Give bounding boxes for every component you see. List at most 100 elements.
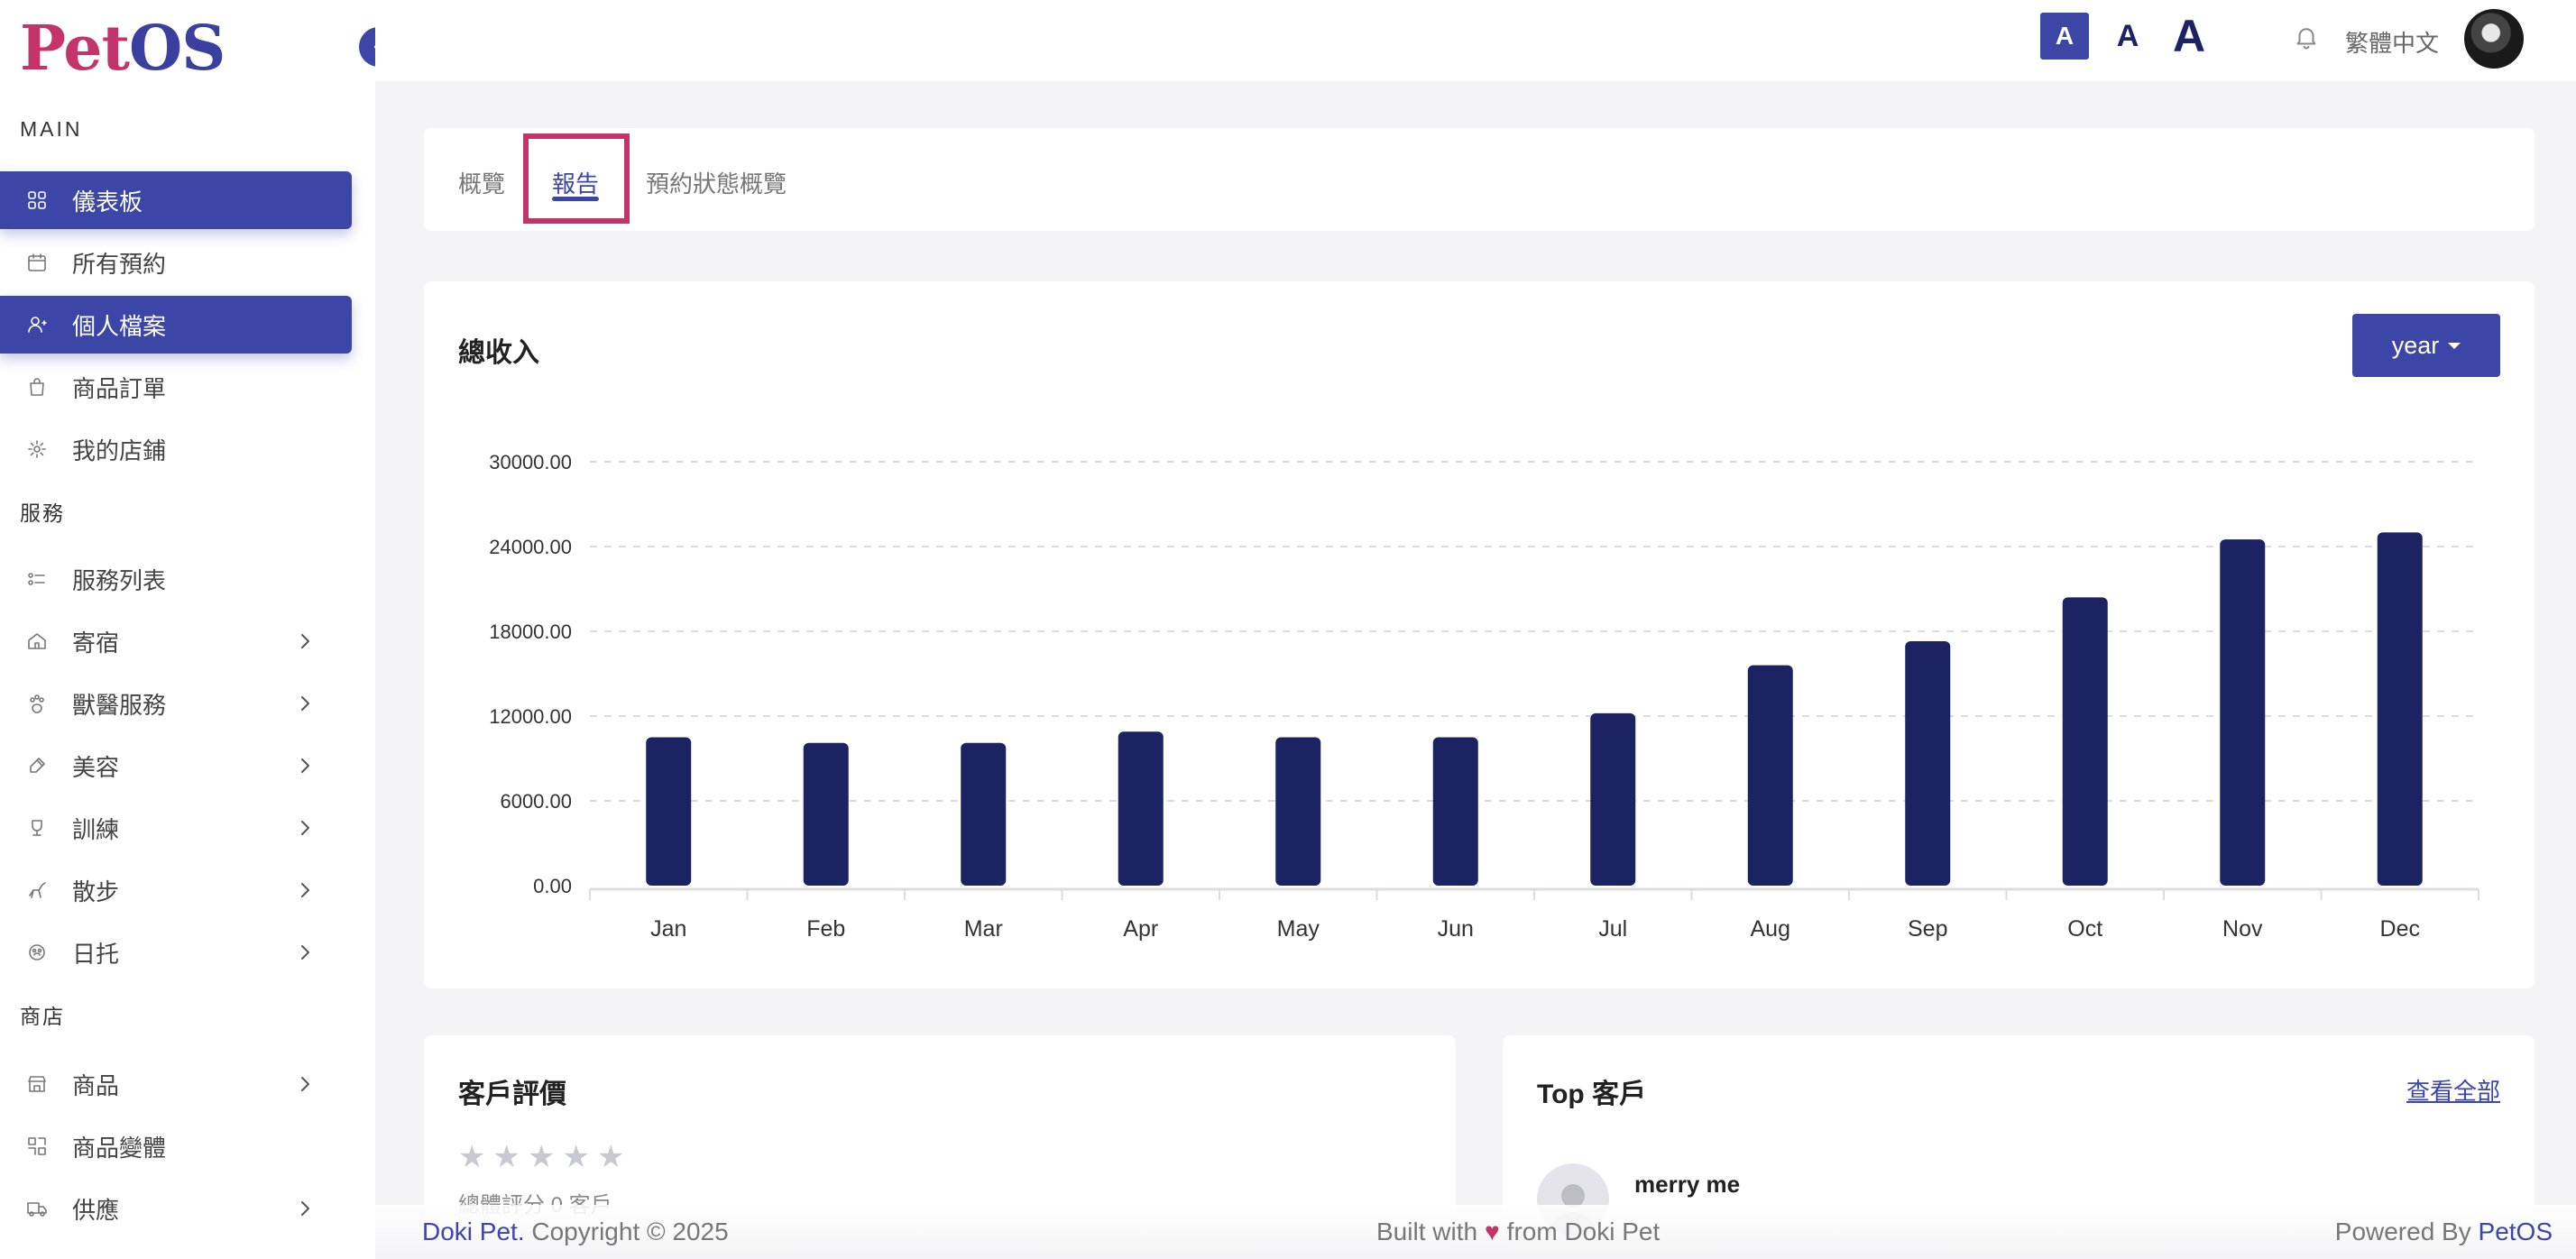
- sidebar-item[interactable]: 供應: [0, 1180, 352, 1237]
- star-icon: ★: [458, 1140, 486, 1174]
- dog-walk-icon: [25, 878, 49, 902]
- sidebar-item[interactable]: 服務列表: [0, 550, 352, 608]
- y-tick-label: 6000.00: [500, 790, 572, 813]
- house-icon: [25, 630, 49, 653]
- sidebar-item[interactable]: 散步: [0, 861, 352, 919]
- font-size-large-button[interactable]: A: [2157, 11, 2221, 61]
- petos-logo[interactable]: Pet OS: [20, 13, 225, 85]
- revenue-title: 總收入: [458, 338, 539, 368]
- chart-bar: [803, 742, 849, 886]
- chart-bar: [1905, 640, 1951, 886]
- x-tick-label: Nov: [2222, 916, 2263, 942]
- chart-bar: [961, 742, 1007, 886]
- sidebar: Pet OS MAIN 儀表板 所有預約 個人檔案 商品訂單 我的店鋪 服務 服務列表 寄宿…: [0, 0, 375, 1259]
- sidebar-item[interactable]: 商品變體: [0, 1117, 352, 1175]
- tab-overview[interactable]: 概覽: [458, 166, 505, 199]
- chevron-right-icon: [301, 696, 309, 711]
- reviews-title: 客戶評價: [458, 1080, 566, 1109]
- footer-from-text: from Doki Pet: [1506, 1218, 1661, 1245]
- sidebar-item-label: 寄宿: [72, 629, 120, 657]
- period-dropdown-button[interactable]: year: [2352, 314, 2500, 377]
- tab-booking-status[interactable]: 預約狀態概覽: [646, 166, 787, 199]
- x-tick-label: Sep: [1908, 916, 1947, 942]
- language-selector[interactable]: 繁體中文: [2345, 25, 2439, 59]
- view-all-link[interactable]: 查看全部: [2406, 1073, 2500, 1107]
- chevron-right-icon: [301, 1201, 309, 1216]
- chart-bar: [2062, 597, 2108, 886]
- sidebar-item[interactable]: 儀表板: [0, 171, 352, 229]
- sidebar-item-label: 美容: [72, 753, 120, 781]
- brush-icon: [25, 754, 49, 777]
- section-label-services: 服務: [20, 501, 65, 525]
- user-avatar[interactable]: [2464, 9, 2524, 69]
- sidebar-item[interactable]: 個人檔案: [0, 296, 352, 354]
- sidebar-item[interactable]: 所有預約: [0, 234, 352, 291]
- chart-bar: [1275, 737, 1321, 886]
- chevron-right-icon: [301, 1077, 309, 1091]
- x-tick-label: Oct: [2067, 916, 2102, 942]
- period-dropdown-label: year: [2391, 331, 2440, 359]
- variants-icon: [25, 1135, 49, 1158]
- font-size-medium-button[interactable]: A: [2103, 13, 2152, 60]
- star-icon: ★: [562, 1140, 590, 1174]
- footer-built-with-text: Built with: [1376, 1218, 1478, 1245]
- footer-powered-by: Powered By PetOS: [2335, 1218, 2553, 1246]
- chevron-right-icon: [301, 821, 309, 835]
- sidebar-item-label: 我的店鋪: [72, 437, 167, 464]
- font-size-small-button[interactable]: A: [2040, 13, 2089, 60]
- x-tick-label: Apr: [1123, 916, 1158, 942]
- footer-copyright-text: Copyright © 2025: [524, 1218, 729, 1245]
- footer-built-with: Built with ♥ from Doki Pet: [1376, 1218, 1660, 1246]
- sidebar-item-label: 個人檔案: [72, 312, 167, 340]
- sidebar-item-label: 所有預約: [72, 250, 167, 278]
- chart-bar: [1590, 712, 1636, 886]
- customer-name[interactable]: merry me: [1634, 1171, 1740, 1199]
- star-icon: ★: [492, 1140, 520, 1174]
- revenue-bar-chart: 0.00 6000.00 12000.00 18000.00 24000.00 30000…: [489, 451, 2479, 942]
- sidebar-item[interactable]: 獸醫服務: [0, 675, 352, 732]
- x-tick-label: Feb: [806, 916, 845, 942]
- chart-bar: [2377, 532, 2423, 886]
- sidebar-item[interactable]: 商品訂單: [0, 358, 352, 416]
- chart-bar: [1747, 665, 1793, 886]
- chart-bar: [646, 737, 692, 886]
- sidebar-item[interactable]: 訓練: [0, 799, 352, 857]
- footer-brand-link[interactable]: Doki Pet.: [422, 1218, 525, 1245]
- caret-down-icon: [2448, 342, 2461, 349]
- chart-bar: [2220, 539, 2266, 886]
- sidebar-item[interactable]: 商品: [0, 1055, 352, 1113]
- section-label-shop: 商店: [20, 1005, 65, 1028]
- shop-icon: [25, 1072, 49, 1096]
- sidebar-item[interactable]: 我的店鋪: [0, 420, 352, 478]
- sidebar-item-label: 日托: [72, 940, 120, 968]
- x-tick-label: Jan: [650, 916, 686, 942]
- logo-os-text: OS: [128, 13, 225, 85]
- heart-icon: ♥: [1485, 1218, 1500, 1245]
- y-tick-label: 30000.00: [489, 451, 572, 473]
- chart-bar: [1118, 731, 1164, 886]
- x-tick-label: May: [1277, 916, 1320, 942]
- sidebar-item-label: 供應: [72, 1196, 120, 1224]
- bell-icon[interactable]: [2293, 23, 2320, 51]
- x-tick-label: Mar: [964, 916, 1003, 942]
- y-tick-label: 0.00: [533, 875, 572, 897]
- trophy-icon: [25, 816, 49, 840]
- chevron-right-icon: [301, 883, 309, 897]
- chevron-right-icon: [301, 758, 309, 773]
- sidebar-item[interactable]: 日托: [0, 924, 352, 981]
- y-tick-label: 12000.00: [489, 705, 572, 728]
- x-tick-label: Dec: [2380, 916, 2420, 942]
- user-icon: [25, 313, 49, 336]
- footer-powered-text: Powered By: [2334, 1218, 2479, 1245]
- chevron-right-icon: [301, 634, 309, 648]
- footer-petos-link[interactable]: PetOS: [2479, 1218, 2553, 1245]
- paw-gear-icon: [25, 941, 49, 964]
- star-icon: ★: [596, 1140, 625, 1174]
- active-tab-highlight: [523, 133, 630, 224]
- sidebar-item[interactable]: 美容: [0, 737, 352, 795]
- sidebar-item[interactable]: 寄宿: [0, 612, 352, 670]
- paw-icon: [25, 692, 49, 715]
- topbar: A A A 繁體中文: [375, 0, 2576, 81]
- star-icon: ★: [527, 1140, 556, 1174]
- shopping-bag-icon: [25, 375, 49, 399]
